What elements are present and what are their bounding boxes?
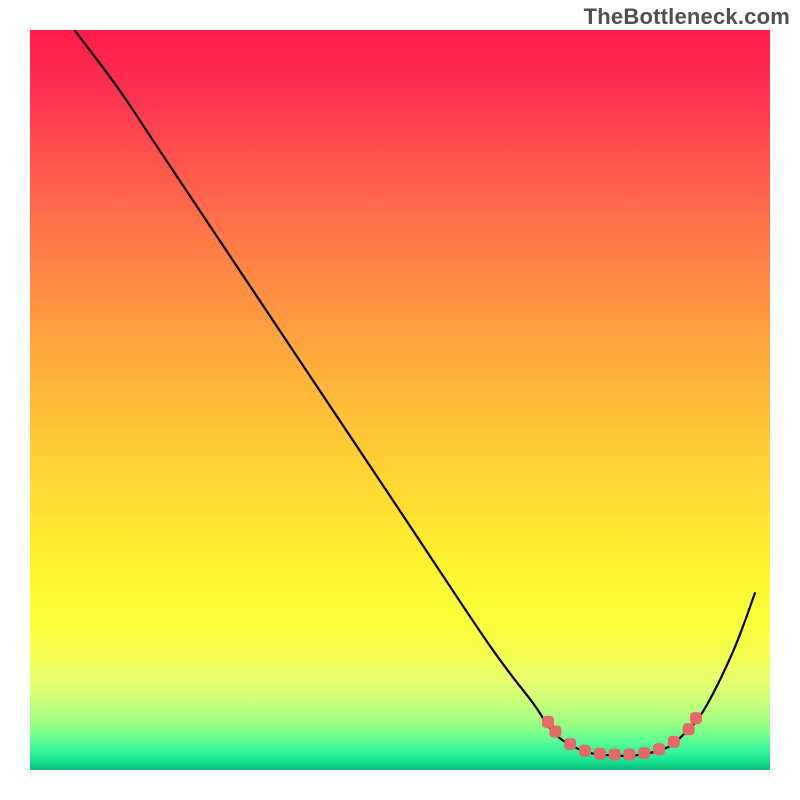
chart-root: TheBottleneck.com (0, 0, 800, 800)
marker-point (623, 748, 635, 760)
marker-point (549, 726, 561, 738)
watermark: TheBottleneck.com (584, 4, 790, 30)
plot-area (30, 30, 770, 770)
marker-point (690, 712, 702, 724)
marker-point (594, 748, 606, 760)
plot-svg (30, 30, 770, 770)
marker-point (683, 723, 695, 735)
marker-point (653, 743, 665, 755)
gradient-background (30, 30, 770, 770)
marker-point (668, 736, 680, 748)
marker-point (609, 748, 621, 760)
marker-point (579, 745, 591, 757)
marker-point (638, 747, 650, 759)
marker-point (564, 738, 576, 750)
